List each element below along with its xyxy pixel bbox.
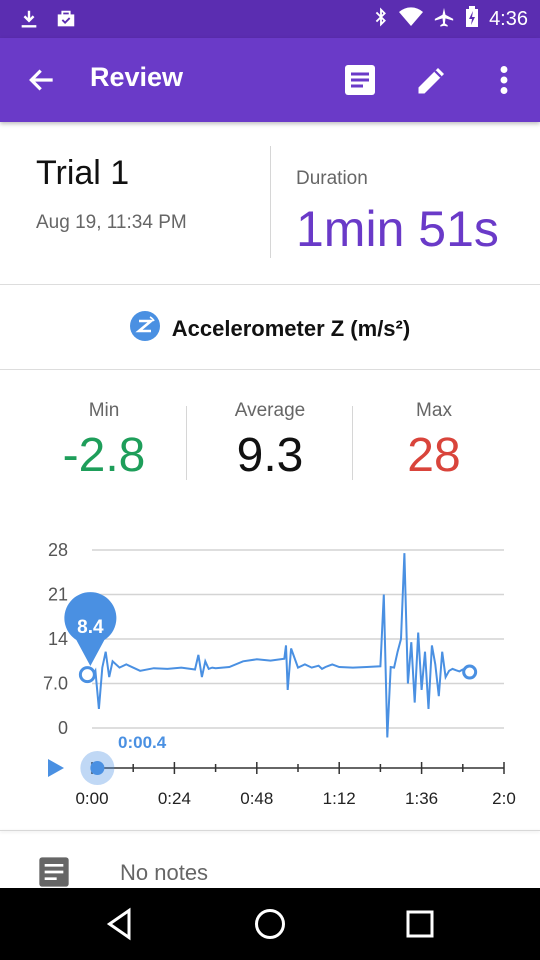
y-tick-label: 14	[48, 629, 68, 649]
stat-average: Average 9.3	[188, 370, 352, 483]
accelerometer-z-icon	[129, 311, 160, 346]
stat-min: Min -2.8	[22, 370, 186, 483]
marker-value: 8.4	[77, 617, 104, 638]
wifi-icon	[399, 7, 424, 32]
nav-home-icon[interactable]	[252, 906, 288, 942]
stat-max: Max 28	[352, 370, 516, 483]
notes-icon[interactable]	[342, 62, 378, 98]
notes-icon	[38, 856, 70, 888]
back-arrow-icon[interactable]	[26, 64, 58, 96]
notes-text: No notes	[120, 860, 209, 885]
clock: 4:36	[489, 8, 528, 30]
max-label: Max	[416, 400, 452, 421]
duration-label: Duration	[296, 168, 368, 189]
duration-value: 1min 51s	[296, 201, 499, 257]
trial-date: Aug 19, 11:34 PM	[36, 212, 187, 233]
system-nav-bar	[0, 888, 540, 960]
divider	[0, 830, 540, 831]
divider	[186, 406, 187, 480]
min-label: Min	[88, 400, 120, 421]
battery-charging-icon	[465, 6, 479, 33]
x-tick-label: 0:24	[158, 789, 191, 808]
sensor-name: Accelerometer Z (m/s²)	[171, 315, 411, 341]
status-bar: 4:36	[0, 0, 540, 38]
app-bar: Review	[0, 38, 540, 122]
scrubber-dot	[90, 761, 105, 775]
trial-title: Trial 1	[36, 154, 130, 192]
y-tick-label: 28	[48, 540, 68, 560]
overflow-menu-icon[interactable]	[486, 62, 522, 98]
min-value: -2.8	[62, 429, 146, 482]
nav-back-icon[interactable]	[102, 906, 138, 942]
y-tick-label: 7.0	[43, 674, 68, 694]
nav-recents-icon[interactable]	[402, 906, 438, 942]
playback-position: 0:00.4	[118, 733, 167, 752]
sensor-selector[interactable]: Accelerometer Z (m/s²)	[0, 285, 540, 370]
series-line	[92, 553, 471, 738]
y-tick-label: 0	[58, 718, 68, 738]
average-label: Average	[234, 400, 306, 421]
average-value: 9.3	[236, 429, 304, 482]
play-icon[interactable]	[48, 759, 64, 777]
chart-canvas[interactable]: 28 21 14 7.0 0 0:00 0:24 0:48 1:12 1:36 2:0 8.4 0…	[0, 520, 540, 820]
trial-summary: Trial 1 Aug 19, 11:34 PM Duration 1min 5…	[0, 122, 540, 285]
divider	[270, 146, 271, 258]
x-tick-label: 0:00	[75, 789, 108, 808]
briefcase-check-icon	[54, 8, 78, 35]
y-tick-label: 21	[48, 585, 68, 605]
x-tick-label: 2:0	[492, 789, 516, 808]
bluetooth-icon	[373, 6, 389, 33]
edit-icon[interactable]	[414, 62, 450, 98]
airplane-icon	[433, 6, 455, 33]
max-value: 28	[407, 429, 461, 482]
value-marker: 8.4	[64, 592, 117, 666]
sensor-chart[interactable]: 28 21 14 7.0 0 0:00 0:24 0:48 1:12 1:36 2:0 8.4 0…	[0, 520, 540, 820]
download-icon	[18, 8, 40, 35]
x-tick-label: 1:12	[323, 789, 356, 808]
start-point-marker[interactable]	[78, 666, 96, 684]
stats-panel: Min -2.8 Average 9.3 Max 28	[0, 370, 540, 500]
page-title: Review	[90, 62, 184, 92]
x-tick-label: 0:48	[240, 789, 273, 808]
x-tick-label: 1:36	[405, 789, 438, 808]
end-point-marker[interactable]	[462, 664, 478, 680]
